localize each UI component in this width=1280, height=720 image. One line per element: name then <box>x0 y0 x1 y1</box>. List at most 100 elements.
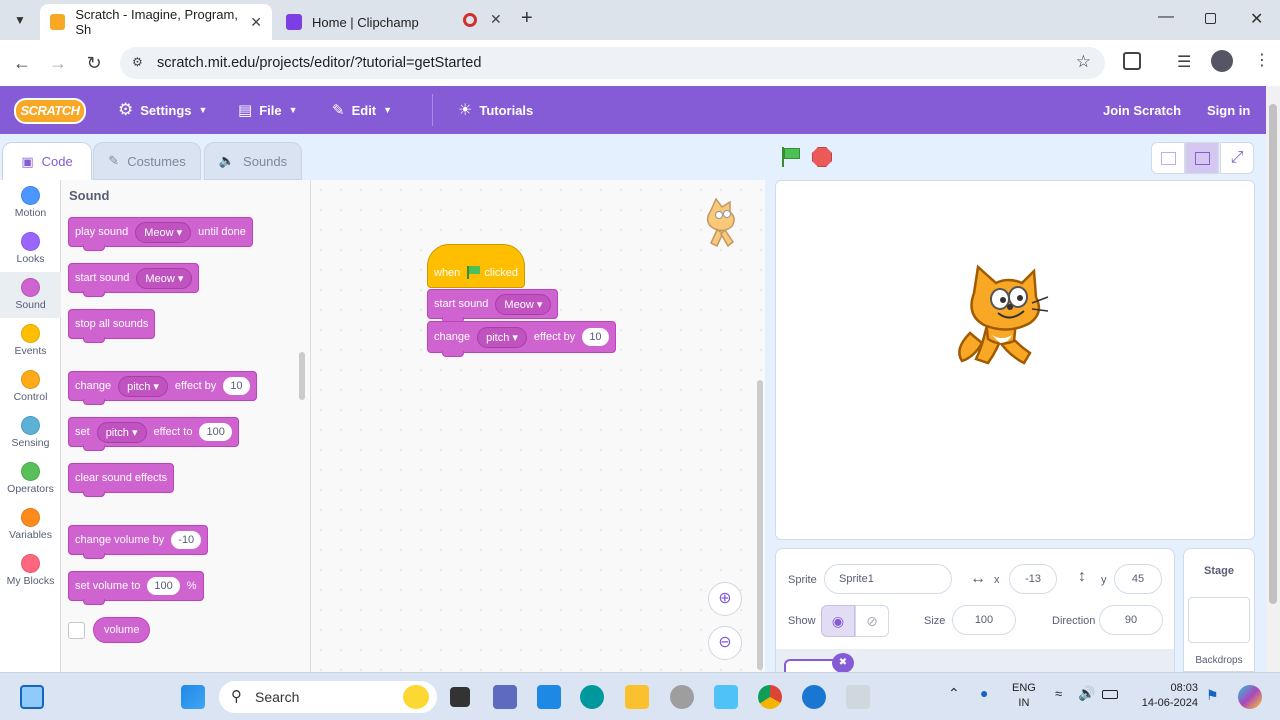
show-hidden-icons[interactable]: ⌃ <box>948 685 960 702</box>
set-effect-block[interactable]: set pitch ▾ effect to 100 <box>68 417 239 451</box>
start-sound-block[interactable]: start sound Meow ▾ <box>427 289 559 323</box>
stop-all-sounds-block[interactable]: stop all sounds <box>68 309 156 343</box>
volume-input[interactable]: 100 <box>147 577 180 595</box>
category-operators[interactable]: Operators <box>0 456 61 502</box>
microphone-icon[interactable]: ● <box>980 685 988 701</box>
wifi-icon[interactable]: ≈ <box>1055 686 1062 701</box>
sound-menu[interactable]: Meow ▾ <box>495 293 552 315</box>
bookmark-star-icon[interactable]: ☆ <box>1076 52 1091 72</box>
language-indicator[interactable]: ENG IN <box>1012 681 1036 711</box>
back-icon[interactable]: ← <box>11 52 33 74</box>
settings-menu[interactable]: ⚙ Settings ▼ <box>118 86 207 134</box>
scratch-cat-sprite[interactable] <box>952 263 1052 369</box>
task-view-icon[interactable] <box>450 687 470 707</box>
code-workspace[interactable]: when clicked start sound Meow ▾ change p… <box>311 180 765 672</box>
site-info-icon[interactable]: ⚙ <box>132 55 143 69</box>
scrollbar-thumb[interactable] <box>1269 104 1277 604</box>
category-sensing[interactable]: Sensing <box>0 410 61 456</box>
close-tab-icon[interactable]: ✕ <box>490 11 502 28</box>
sprite-name-input[interactable]: Sprite1 <box>824 564 952 594</box>
change-effect-block[interactable]: change pitch ▾ effect by 10 <box>427 321 616 357</box>
app-icon[interactable] <box>714 685 738 709</box>
join-scratch-link[interactable]: Join Scratch <box>1103 86 1181 134</box>
arduino-icon[interactable] <box>580 685 604 709</box>
show-visible-button[interactable]: ◉ <box>821 605 855 637</box>
change-effect-block[interactable]: change pitch ▾ effect by 10 <box>68 371 257 405</box>
windows-start-icon[interactable] <box>181 685 205 709</box>
clear-sound-effects-block[interactable]: clear sound effects <box>68 463 175 497</box>
when-flag-clicked-block[interactable]: when clicked <box>427 244 525 288</box>
effect-menu[interactable]: pitch ▾ <box>477 326 527 348</box>
small-stage-button[interactable] <box>1151 142 1185 174</box>
green-flag-icon[interactable] <box>780 147 802 167</box>
app-icon[interactable] <box>670 685 694 709</box>
show-hidden-button[interactable]: ⊘ <box>855 605 889 637</box>
page-scrollbar[interactable] <box>1266 86 1280 672</box>
media-control-icon[interactable]: ☰ <box>1177 52 1191 72</box>
tab-search-icon[interactable]: ▼ <box>10 10 30 30</box>
sign-in-link[interactable]: Sign in <box>1207 86 1250 134</box>
stage-selector-pane[interactable]: Stage Backdrops <box>1183 548 1255 672</box>
effect-amount-input[interactable]: 10 <box>223 377 250 395</box>
edit-menu[interactable]: ✎ Edit ▼ <box>332 86 392 134</box>
tab-sounds[interactable]: 🔈 Sounds <box>204 142 302 180</box>
file-menu[interactable]: ▤ File ▼ <box>238 86 298 134</box>
copilot-icon[interactable] <box>1238 685 1262 709</box>
battery-icon[interactable] <box>1102 690 1118 699</box>
zoom-out-button[interactable]: ⊖ <box>708 626 742 660</box>
category-my-blocks[interactable]: My Blocks <box>0 548 61 594</box>
close-window-icon[interactable]: ✕ <box>1250 9 1263 29</box>
backdrop-thumbnail[interactable] <box>1188 597 1250 643</box>
app-icon[interactable] <box>846 685 870 709</box>
fullscreen-button[interactable]: ⤢ <box>1220 142 1254 174</box>
category-variables[interactable]: Variables <box>0 502 61 548</box>
notification-bell-icon[interactable]: ⚑ <box>1206 687 1219 704</box>
size-input[interactable]: 100 <box>952 605 1016 635</box>
effect-menu[interactable]: pitch ▾ <box>118 375 168 397</box>
profile-avatar[interactable] <box>1211 50 1233 72</box>
stop-icon[interactable] <box>812 147 832 167</box>
tab-costumes[interactable]: ✎ Costumes <box>93 142 201 180</box>
zoom-in-button[interactable]: ⊕ <box>708 582 742 616</box>
start-sound-block[interactable]: start sound Meow ▾ <box>68 263 200 297</box>
forward-icon[interactable]: → <box>47 52 69 74</box>
volume-checkbox[interactable] <box>68 622 85 639</box>
tab-code[interactable]: ▣ Code <box>2 142 92 180</box>
sound-menu[interactable]: Meow ▾ <box>135 221 192 243</box>
clock[interactable]: 08:03 14-06-2024 <box>1134 681 1198 711</box>
y-position-input[interactable]: 45 <box>1114 564 1162 594</box>
app-icon[interactable] <box>802 685 826 709</box>
scratch-logo[interactable]: SCRATCH <box>14 98 86 124</box>
teams-icon[interactable] <box>493 685 517 709</box>
chrome-icon[interactable] <box>758 685 782 709</box>
file-explorer-icon[interactable] <box>625 685 649 709</box>
recording-icon[interactable] <box>463 13 477 27</box>
workspace-scrollbar-thumb[interactable] <box>757 380 763 670</box>
volume-change-input[interactable]: -10 <box>171 531 202 549</box>
reload-icon[interactable]: ↻ <box>83 52 105 74</box>
url-field[interactable]: ⚙ scratch.mit.edu/projects/editor/?tutor… <box>120 47 1105 79</box>
palette-scrollbar-thumb[interactable] <box>299 352 305 400</box>
widgets-icon[interactable] <box>20 685 44 709</box>
category-control[interactable]: Control <box>0 364 61 410</box>
extensions-icon[interactable] <box>1123 52 1141 70</box>
stage-canvas[interactable] <box>775 180 1255 540</box>
tutorials-button[interactable]: ☀ Tutorials <box>458 86 533 134</box>
set-volume-block[interactable]: set volume to 100 % <box>68 571 204 605</box>
delete-sprite-icon[interactable]: ✖ <box>832 653 854 673</box>
category-motion[interactable]: Motion <box>0 180 61 226</box>
play-sound-until-done-block[interactable]: play sound Meow ▾ until done <box>68 217 253 251</box>
effect-value-input[interactable]: 100 <box>199 423 232 441</box>
volume-reporter-block[interactable]: volume <box>93 617 151 643</box>
effect-amount-input[interactable]: 10 <box>582 328 609 346</box>
taskbar-search[interactable]: ⚲ Search <box>219 681 437 713</box>
change-volume-block[interactable]: change volume by -10 <box>68 525 209 559</box>
sound-menu[interactable]: Meow ▾ <box>136 267 193 289</box>
x-position-input[interactable]: -13 <box>1009 564 1057 594</box>
notepad-icon[interactable] <box>537 685 561 709</box>
volume-icon[interactable]: 🔊 <box>1078 685 1095 702</box>
effect-menu[interactable]: pitch ▾ <box>96 421 147 443</box>
normal-stage-button[interactable] <box>1185 142 1219 174</box>
browser-menu-icon[interactable]: ⋮ <box>1254 50 1270 70</box>
tab-scratch[interactable]: Scratch - Imagine, Program, Sh ✕ <box>40 4 272 40</box>
